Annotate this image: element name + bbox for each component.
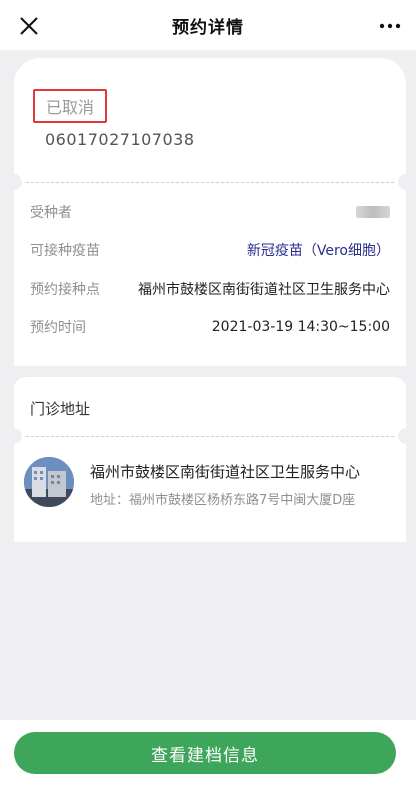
row-recipient: 受种者 — [30, 200, 390, 224]
status-badge: 已取消 — [33, 89, 107, 123]
top-bar: 预约详情 — [0, 0, 416, 50]
site-value: 福州市鼓楼区南街街道社区卫生服务中心 — [138, 282, 390, 298]
divider — [26, 182, 394, 183]
appointment-card: 已取消 06017027107038 受种者 可接种疫苗 新冠疫苗（Vero细胞… — [6, 58, 414, 378]
vaccine-label: 可接种疫苗 — [30, 243, 100, 259]
vaccine-value[interactable]: 新冠疫苗（Vero细胞） — [247, 240, 390, 260]
time-label: 预约时间 — [30, 320, 86, 336]
bottom-bar: 查看建档信息 — [0, 720, 416, 786]
ticket-notch-left — [6, 428, 22, 444]
ticket-notch-right — [398, 174, 414, 190]
divider — [26, 436, 394, 437]
ticket-notch-right — [398, 428, 414, 444]
row-time: 预约时间 2021-03-19 14:30~15:00 — [30, 315, 390, 339]
clinic-card: 门诊地址 福州市鼓楼区南街街道社区卫生服务中心 地址：福州市鼓楼区杨桥东路7号中… — [6, 377, 414, 554]
recipient-value-masked — [356, 206, 390, 218]
more-icon[interactable] — [378, 18, 402, 32]
ticket-notch-left — [6, 174, 22, 190]
section-title: 门诊地址 — [30, 400, 91, 418]
clinic-address: 地址：福州市鼓楼区杨桥东路7号中闽大厦D座 — [90, 493, 356, 508]
order-number: 06017027107038 — [45, 130, 195, 149]
view-archive-button[interactable]: 查看建档信息 — [14, 732, 396, 774]
row-vaccine: 可接种疫苗 新冠疫苗（Vero细胞） — [30, 238, 390, 262]
page-title: 预约详情 — [172, 17, 244, 38]
time-value: 2021-03-19 14:30~15:00 — [211, 319, 390, 335]
row-site: 预约接种点 福州市鼓楼区南街街道社区卫生服务中心 — [30, 277, 390, 301]
clinic-photo — [24, 457, 74, 507]
close-icon[interactable] — [18, 15, 40, 37]
clinic-name: 福州市鼓楼区南街街道社区卫生服务中心 — [90, 463, 361, 481]
recipient-label: 受种者 — [30, 205, 72, 221]
scallop-edge — [14, 542, 406, 554]
site-label: 预约接种点 — [30, 282, 100, 298]
